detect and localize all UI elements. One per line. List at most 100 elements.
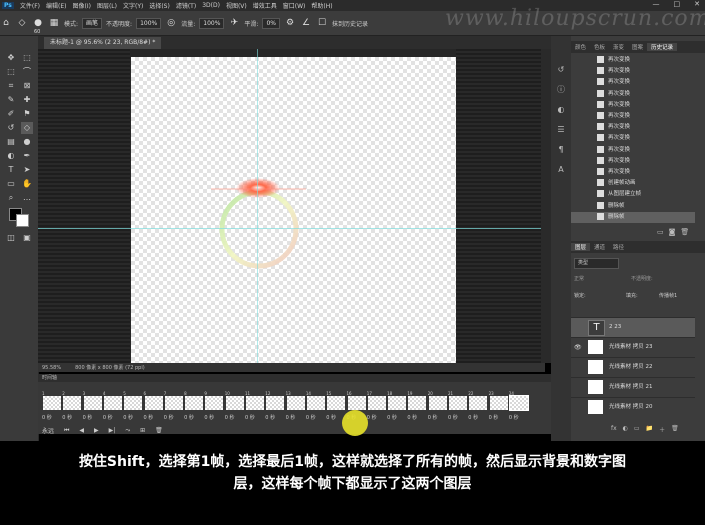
frame-duration-select[interactable]: 0 秒 <box>123 414 133 421</box>
brush-preset-icon[interactable]: ● 60 <box>32 17 44 35</box>
duplicate-frame-button[interactable]: ⊞ <box>140 427 145 434</box>
frame-thumbnail[interactable] <box>266 396 285 410</box>
menu-item-image[interactable]: 图像(I) <box>70 1 94 10</box>
frame-duration-select[interactable]: 0 秒 <box>468 414 478 421</box>
frame-thumbnail[interactable] <box>489 396 508 410</box>
pressure-opacity-icon[interactable]: ◎ <box>165 17 177 29</box>
mask-icon[interactable]: ▭ <box>634 425 640 434</box>
layer-row[interactable]: 光线素材 拷贝 21 <box>571 377 695 397</box>
marquee-tool-icon[interactable]: ⬚ <box>5 66 17 78</box>
animation-frame[interactable]: 70 秒 <box>164 391 184 421</box>
new-layer-icon[interactable]: ＋ <box>659 425 665 434</box>
frame-duration-select[interactable]: 0 秒 <box>407 414 417 421</box>
new-document-from-state-icon[interactable]: ▭ <box>657 228 669 236</box>
animation-frame[interactable]: 10 0 秒 <box>225 391 245 421</box>
brush-tool-icon[interactable]: ✐ <box>5 108 17 120</box>
quick-mask-icon[interactable]: ◫ <box>5 232 17 244</box>
brush-settings-icon[interactable]: ▦ <box>48 17 60 29</box>
frame-thumbnail[interactable] <box>347 396 366 410</box>
tab-color[interactable]: 颜色 <box>571 43 590 51</box>
frame-thumbnail[interactable] <box>83 396 102 410</box>
frame-thumbnail[interactable] <box>144 396 163 410</box>
frame-thumbnail[interactable] <box>185 396 204 410</box>
animation-frame[interactable]: 11 0 秒 <box>245 391 265 421</box>
frame-duration-select[interactable]: 0 秒 <box>62 414 72 421</box>
move-tool-icon[interactable]: ✥ <box>5 52 17 64</box>
tab-paths[interactable]: 路径 <box>609 243 628 251</box>
frame-duration-select[interactable]: 0 秒 <box>489 414 499 421</box>
frame-thumbnail[interactable] <box>469 396 488 410</box>
history-state-item[interactable]: 再次变换 <box>571 167 695 178</box>
stamp-tool-icon[interactable]: ⚑ <box>21 108 33 120</box>
frame-duration-select[interactable]: 0 秒 <box>83 414 93 421</box>
frame-thumbnail[interactable] <box>246 396 264 410</box>
frame-tool-icon[interactable]: ⊠ <box>21 80 33 92</box>
frame-duration-select[interactable]: 0 秒 <box>509 414 519 421</box>
eraser-tool-icon[interactable]: ◇ <box>16 17 28 29</box>
blur-tool-icon[interactable]: ● <box>21 136 33 148</box>
history-panel-icon[interactable]: ↺ <box>555 64 567 76</box>
frame-duration-select[interactable]: 0 秒 <box>42 414 52 421</box>
eye-visibility-icon[interactable]: 👁 <box>574 338 582 357</box>
animation-frame[interactable]: 20 秒 <box>62 391 82 421</box>
frame-thumbnail[interactable] <box>43 396 61 410</box>
animation-frame[interactable]: 22 0 秒 <box>468 391 488 421</box>
animation-frame[interactable]: 13 0 秒 <box>286 391 306 421</box>
layer-row[interactable]: T 2 23 <box>571 317 695 337</box>
fx-icon[interactable]: fx <box>611 425 617 434</box>
frame-duration-select[interactable]: 0 秒 <box>245 414 255 421</box>
frame-duration-select[interactable]: 0 秒 <box>164 414 174 421</box>
play-button[interactable]: ▶ <box>94 427 99 434</box>
animation-frame[interactable]: 12 0 秒 <box>265 391 285 421</box>
tab-layers[interactable]: 图层 <box>571 243 591 251</box>
prev-frame-button[interactable]: ◀ <box>79 427 84 434</box>
history-state-item[interactable]: 再次变换 <box>571 111 695 122</box>
animation-frame[interactable]: 10 秒 <box>42 391 62 421</box>
smoothing-field[interactable]: 0% <box>262 17 280 29</box>
history-brush-tool-icon[interactable]: ↺ <box>5 122 17 134</box>
artboard-tool-icon[interactable]: ⬚ <box>21 52 33 64</box>
frame-duration-select[interactable]: 0 秒 <box>428 414 438 421</box>
animation-frame[interactable]: 14 0 秒 <box>306 391 326 421</box>
history-state-item[interactable]: 再次变换 <box>571 133 695 144</box>
loop-select[interactable]: 永远 <box>42 426 54 435</box>
paragraph-panel-icon[interactable]: ¶ <box>555 144 567 156</box>
crop-tool-icon[interactable]: ⌗ <box>5 80 17 92</box>
frame-duration-select[interactable]: 0 秒 <box>184 414 194 421</box>
gradient-tool-icon[interactable]: ▤ <box>5 136 17 148</box>
history-state-item[interactable]: 再次变换 <box>571 66 695 77</box>
timeline-panel-title[interactable]: 时间轴 <box>38 374 555 382</box>
history-state-item[interactable]: 删除帧 <box>571 211 695 223</box>
animation-frame[interactable]: 80 秒 <box>184 391 204 421</box>
opacity-field[interactable]: 100% <box>136 17 162 29</box>
frame-duration-select[interactable]: 0 秒 <box>265 414 275 421</box>
tab-history[interactable]: 历史记录 <box>647 43 678 51</box>
next-frame-button[interactable]: ▶| <box>109 427 116 434</box>
history-checkbox-icon[interactable]: ☐ <box>316 17 328 29</box>
frame-duration-select[interactable]: 0 秒 <box>103 414 113 421</box>
smoothing-settings-icon[interactable]: ⚙ <box>284 17 296 29</box>
path-select-tool-icon[interactable]: ➤ <box>21 164 33 176</box>
menu-item-help[interactable]: 帮助(H) <box>308 1 335 10</box>
layer-kind-filter[interactable]: 类型 <box>574 258 619 269</box>
frame-thumbnail[interactable] <box>408 396 427 410</box>
delete-layer-icon[interactable]: 🗑 <box>671 425 679 434</box>
frame-duration-select[interactable]: 0 秒 <box>326 414 336 421</box>
menu-item-filter[interactable]: 滤镜(T) <box>173 1 199 10</box>
history-state-item[interactable]: 再次变换 <box>571 77 695 88</box>
mode-select[interactable]: 画笔 <box>82 17 103 29</box>
frame-thumbnail[interactable] <box>225 396 244 410</box>
background-color-swatch[interactable] <box>16 214 29 227</box>
more-tools-icon[interactable]: … <box>21 192 33 204</box>
frame-duration-select[interactable]: 0 秒 <box>204 414 214 421</box>
layer-row[interactable]: 光线素材 拷贝 20 <box>571 397 695 417</box>
frame-thumbnail[interactable] <box>508 395 529 411</box>
menu-item-window[interactable]: 窗口(W) <box>280 1 309 10</box>
menu-item-select[interactable]: 选择(S) <box>146 1 173 10</box>
airbrush-icon[interactable]: ✈ <box>228 17 240 29</box>
history-state-item[interactable]: 删除帧 <box>571 201 695 212</box>
animation-frame[interactable]: 23 0 秒 <box>489 391 509 421</box>
tween-button[interactable]: ⤳ <box>125 427 130 435</box>
history-state-item[interactable]: 创建帧动画 <box>571 178 695 189</box>
flow-field[interactable]: 100% <box>199 17 225 29</box>
